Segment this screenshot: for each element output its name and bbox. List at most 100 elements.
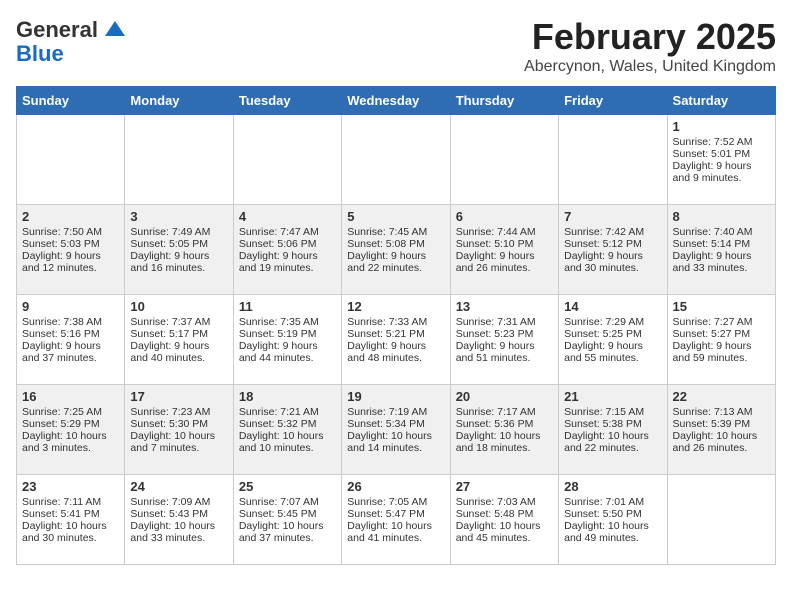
calendar-cell: 11 Sunrise: 7:35 AMSunset: 5:19 PMDayligh… — [233, 295, 341, 385]
day-detail: Sunrise: 7:37 AM — [130, 316, 227, 328]
calendar-week-row: 9Sunrise: 7:38 AMSunset: 5:16 PMDaylight… — [17, 295, 776, 385]
day-detail: Daylight: 10 hours and 10 minutes. — [239, 430, 336, 454]
day-detail: Sunrise: 7:11 AM — [22, 496, 119, 508]
day-detail: Sunrise: 7:40 AM — [673, 226, 770, 238]
day-detail: Sunrise: 7:01 AM — [564, 496, 661, 508]
day-detail: Daylight: 10 hours and 7 minutes. — [130, 430, 227, 454]
day-detail: Daylight: 9 hours and 16 minutes. — [130, 250, 227, 274]
day-header-sunday: Sunday — [17, 87, 125, 115]
header-row: SundayMondayTuesdayWednesdayThursdayFrid… — [17, 87, 776, 115]
calendar-cell: 14Sunrise: 7:29 AMSunset: 5:25 PMDayligh… — [559, 295, 667, 385]
day-detail: Sunrise: 7:03 AM — [456, 496, 553, 508]
day-detail: Sunset: 5:06 PM — [239, 238, 336, 250]
day-detail: Sunrise: 7:49 AM — [130, 226, 227, 238]
day-detail: Sunrise: 7:15 AM — [564, 406, 661, 418]
day-number: 20 — [456, 389, 553, 404]
day-detail: Sunset: 5:17 PM — [130, 328, 227, 340]
day-detail: Daylight: 9 hours and 9 minutes. — [673, 160, 770, 184]
calendar-cell — [17, 115, 125, 205]
calendar-cell: 4Sunrise: 7:47 AMSunset: 5:06 PMDaylight… — [233, 205, 341, 295]
calendar-table: SundayMondayTuesdayWednesdayThursdayFrid… — [16, 86, 776, 565]
day-number: 6 — [456, 209, 553, 224]
day-detail: Sunrise: 7:31 AM — [456, 316, 553, 328]
day-detail: Sunset: 5:48 PM — [456, 508, 553, 520]
day-detail: Sunrise: 7:45 AM — [347, 226, 444, 238]
day-detail: Daylight: 9 hours and 40 minutes. — [130, 340, 227, 364]
day-detail: Daylight: 10 hours and 30 minutes. — [22, 520, 119, 544]
day-header-tuesday: Tuesday — [233, 87, 341, 115]
day-detail: Sunset: 5:19 PM — [239, 328, 336, 340]
day-detail: Sunset: 5:23 PM — [456, 328, 553, 340]
day-detail: Daylight: 9 hours and 44 minutes. — [239, 340, 336, 364]
day-detail: Sunrise: 7:52 AM — [673, 136, 770, 148]
calendar-cell: 17 Sunrise: 7:23 AMSunset: 5:30 PMDayligh… — [125, 385, 233, 475]
day-number: 15 — [673, 299, 770, 314]
day-detail: Sunset: 5:29 PM — [22, 418, 119, 430]
day-detail: Daylight: 9 hours and 33 minutes. — [673, 250, 770, 274]
day-detail: Sunset: 5:30 PM — [130, 418, 227, 430]
calendar-cell: 7Sunrise: 7:42 AMSunset: 5:12 PMDaylight… — [559, 205, 667, 295]
day-detail: Sunrise: 7:44 AM — [456, 226, 553, 238]
day-number: 3 — [130, 209, 227, 224]
calendar-cell: 3 Sunrise: 7:49 AMSunset: 5:05 PMDaylight… — [125, 205, 233, 295]
day-detail: Daylight: 10 hours and 41 minutes. — [347, 520, 444, 544]
calendar-cell — [559, 115, 667, 205]
day-detail: Sunset: 5:05 PM — [130, 238, 227, 250]
calendar-cell: 10 Sunrise: 7:37 AMSunset: 5:17 PMDayligh… — [125, 295, 233, 385]
calendar-cell: 9Sunrise: 7:38 AMSunset: 5:16 PMDaylight… — [17, 295, 125, 385]
day-number: 7 — [564, 209, 661, 224]
day-detail: Sunrise: 7:17 AM — [456, 406, 553, 418]
day-number: 22 — [673, 389, 770, 404]
calendar-cell: 8 Sunrise: 7:40 AMSunset: 5:14 PMDaylight… — [667, 205, 775, 295]
day-detail: Daylight: 9 hours and 12 minutes. — [22, 250, 119, 274]
day-number: 14 — [564, 299, 661, 314]
day-detail: Sunrise: 7:13 AM — [673, 406, 770, 418]
day-detail: Sunrise: 7:23 AM — [130, 406, 227, 418]
calendar-cell: 2Sunrise: 7:50 AMSunset: 5:03 PMDaylight… — [17, 205, 125, 295]
calendar-week-row: 2Sunrise: 7:50 AMSunset: 5:03 PMDaylight… — [17, 205, 776, 295]
day-detail: Sunrise: 7:35 AM — [239, 316, 336, 328]
calendar-cell: 16Sunrise: 7:25 AMSunset: 5:29 PMDayligh… — [17, 385, 125, 475]
calendar-cell: 15 Sunrise: 7:27 AMSunset: 5:27 PMDayligh… — [667, 295, 775, 385]
calendar-cell: 23Sunrise: 7:11 AMSunset: 5:41 PMDayligh… — [17, 475, 125, 565]
day-detail: Daylight: 9 hours and 55 minutes. — [564, 340, 661, 364]
day-detail: Sunrise: 7:09 AM — [130, 496, 227, 508]
day-detail: Daylight: 9 hours and 48 minutes. — [347, 340, 444, 364]
title-area: February 2025 Abercynon, Wales, United K… — [524, 16, 776, 76]
day-number: 18 — [239, 389, 336, 404]
day-number: 17 — [130, 389, 227, 404]
logo-general: General — [16, 17, 98, 42]
calendar-cell: 1Sunrise: 7:52 AMSunset: 5:01 PMDaylight… — [667, 115, 775, 205]
day-detail: Sunrise: 7:27 AM — [673, 316, 770, 328]
day-detail: Daylight: 9 hours and 59 minutes. — [673, 340, 770, 364]
calendar-cell: 5Sunrise: 7:45 AMSunset: 5:08 PMDaylight… — [342, 205, 450, 295]
day-detail: Sunset: 5:14 PM — [673, 238, 770, 250]
day-number: 24 — [130, 479, 227, 494]
day-detail: Sunset: 5:47 PM — [347, 508, 444, 520]
calendar-cell: 19Sunrise: 7:19 AMSunset: 5:34 PMDayligh… — [342, 385, 450, 475]
day-detail: Sunset: 5:16 PM — [22, 328, 119, 340]
calendar-cell: 21Sunrise: 7:15 AMSunset: 5:38 PMDayligh… — [559, 385, 667, 475]
day-number: 11 — [239, 299, 336, 314]
day-detail: Daylight: 10 hours and 14 minutes. — [347, 430, 444, 454]
day-number: 8 — [673, 209, 770, 224]
day-detail: Sunset: 5:43 PM — [130, 508, 227, 520]
day-number: 10 — [130, 299, 227, 314]
day-detail: Daylight: 9 hours and 30 minutes. — [564, 250, 661, 274]
day-detail: Sunrise: 7:38 AM — [22, 316, 119, 328]
calendar-cell: 24Sunrise: 7:09 AMSunset: 5:43 PMDayligh… — [125, 475, 233, 565]
calendar-cell — [233, 115, 341, 205]
calendar-cell: 18Sunrise: 7:21 AMSunset: 5:32 PMDayligh… — [233, 385, 341, 475]
day-detail: Sunrise: 7:50 AM — [22, 226, 119, 238]
day-number: 28 — [564, 479, 661, 494]
day-detail: Sunset: 5:36 PM — [456, 418, 553, 430]
day-detail: Sunrise: 7:29 AM — [564, 316, 661, 328]
day-detail: Daylight: 9 hours and 26 minutes. — [456, 250, 553, 274]
calendar-cell — [125, 115, 233, 205]
day-detail: Daylight: 9 hours and 19 minutes. — [239, 250, 336, 274]
day-number: 25 — [239, 479, 336, 494]
day-number: 21 — [564, 389, 661, 404]
day-header-thursday: Thursday — [450, 87, 558, 115]
day-detail: Sunset: 5:27 PM — [673, 328, 770, 340]
calendar-week-row: 23Sunrise: 7:11 AMSunset: 5:41 PMDayligh… — [17, 475, 776, 565]
